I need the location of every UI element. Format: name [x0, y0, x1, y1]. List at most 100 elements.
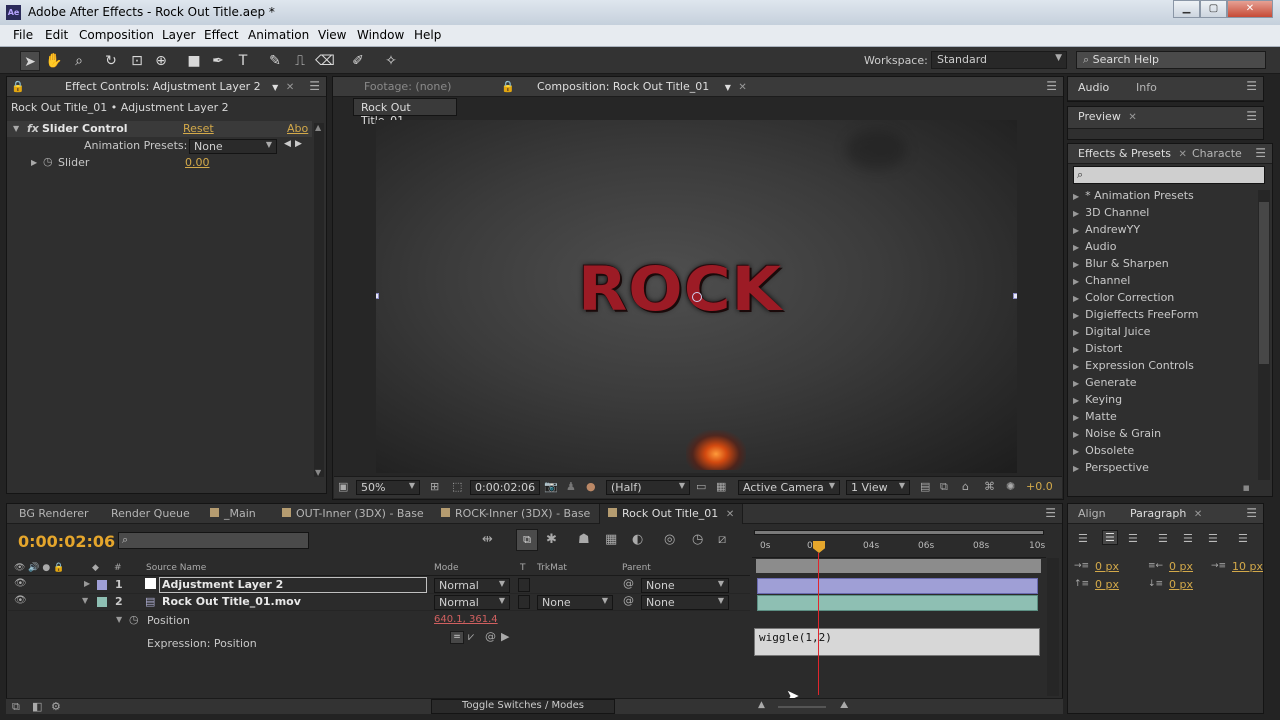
- list-item[interactable]: ▶ * Animation Presets: [1073, 189, 1194, 202]
- panel-menu-icon[interactable]: ☰: [1246, 79, 1257, 93]
- selection-tool-icon[interactable]: ➤: [20, 51, 40, 71]
- list-item[interactable]: ▶ Digital Juice: [1073, 325, 1150, 338]
- layer-name[interactable]: Adjustment Layer 2: [159, 577, 427, 593]
- current-time-line[interactable]: [818, 553, 819, 695]
- menu-animation[interactable]: Animation: [248, 28, 309, 42]
- panel-menu-icon[interactable]: ☰: [309, 79, 320, 93]
- tab-effect-controls[interactable]: Effect Controls: Adjustment Layer 2 ▼ ✕: [65, 80, 294, 93]
- always-preview-icon[interactable]: ▣: [338, 480, 348, 493]
- list-item[interactable]: ▶ Audio: [1073, 240, 1116, 253]
- in-out-icon[interactable]: ⚙: [51, 700, 61, 713]
- scroll-down-icon[interactable]: ▼: [315, 468, 321, 477]
- right-handle[interactable]: [1013, 293, 1017, 299]
- camera-dropdown[interactable]: Active Camera ▼: [738, 480, 840, 495]
- tab-align[interactable]: Align: [1078, 507, 1106, 520]
- frame-blending-icon[interactable]: ▦: [605, 532, 617, 547]
- expression-field[interactable]: wiggle(1,2): [754, 628, 1040, 656]
- graph-editor-icon[interactable]: ⧄: [718, 532, 726, 547]
- timeline-search-input[interactable]: ⌕: [118, 532, 309, 549]
- motion-blur-icon[interactable]: ◐: [632, 532, 643, 547]
- preserve-transparency-checkbox[interactable]: [518, 595, 530, 609]
- layer-name[interactable]: Rock Out Title_01.mov: [162, 595, 301, 608]
- menu-window[interactable]: Window: [357, 28, 404, 42]
- table-row[interactable]: 👁 ▼ 2 ▤ Rock Out Title_01.mov Normal ▼ No…: [8, 594, 750, 611]
- close-button[interactable]: ✕: [1227, 0, 1273, 18]
- zoom-tool-icon[interactable]: ⌕: [69, 51, 89, 71]
- exposure-value[interactable]: +0.0: [1026, 480, 1053, 493]
- label-color-swatch[interactable]: [97, 580, 107, 590]
- expression-pickwhip-icon[interactable]: @: [485, 630, 496, 643]
- layer-mode-dropdown[interactable]: Normal ▼: [434, 595, 510, 610]
- clone-stamp-tool-icon[interactable]: ⎍: [290, 51, 310, 71]
- fast-preview-icon[interactable]: ⧉: [940, 480, 948, 494]
- list-item[interactable]: ▶ Channel: [1073, 274, 1130, 287]
- auto-keyframe-icon[interactable]: ◷: [692, 532, 703, 547]
- menu-effect[interactable]: Effect: [204, 28, 239, 42]
- align-left-icon[interactable]: ☰: [1078, 532, 1088, 545]
- puppet-tool-icon[interactable]: ✧: [381, 51, 401, 71]
- time-navigator[interactable]: [756, 559, 1041, 573]
- align-center-icon[interactable]: ☰: [1102, 530, 1118, 545]
- reset-link[interactable]: Reset: [183, 122, 214, 135]
- hide-shy-layers-icon[interactable]: ☗: [578, 532, 590, 547]
- tab-out-inner[interactable]: OUT-Inner (3DX) - Base: [282, 507, 424, 520]
- fit-frame-icon[interactable]: ⊞: [430, 480, 439, 493]
- menu-edit[interactable]: Edit: [45, 28, 68, 42]
- current-time-display[interactable]: 0:00:02:06: [470, 480, 540, 495]
- visibility-eye-icon[interactable]: 👁: [14, 578, 27, 589]
- pick-whip-icon[interactable]: @: [623, 577, 634, 590]
- align-right-icon[interactable]: ☰: [1128, 532, 1138, 545]
- list-item[interactable]: ▶ Expression Controls: [1073, 359, 1194, 372]
- scrollbar[interactable]: [1258, 190, 1270, 480]
- expression-language-menu-icon[interactable]: ▶: [501, 630, 509, 643]
- safe-area-icon[interactable]: ⬚: [452, 480, 462, 493]
- space-after-value[interactable]: 0 px: [1169, 578, 1193, 591]
- justify-all-icon[interactable]: ☰: [1238, 532, 1248, 545]
- parent-dropdown[interactable]: None ▼: [641, 578, 729, 593]
- tab-character[interactable]: Characte: [1192, 147, 1242, 160]
- chevron-down-icon[interactable]: ▼: [725, 83, 731, 92]
- tab-footage[interactable]: Footage: (none): [364, 80, 451, 93]
- parent-dropdown[interactable]: None ▼: [641, 595, 729, 610]
- transfer-controls-icon[interactable]: ◧: [32, 700, 42, 713]
- list-item[interactable]: ▶ AndrewYY: [1073, 223, 1140, 236]
- close-icon[interactable]: ✕: [1128, 112, 1136, 123]
- list-item[interactable]: ▶ Distort: [1073, 342, 1122, 355]
- scrollbar[interactable]: ▲ ▼: [314, 123, 324, 477]
- rotate-tool-icon[interactable]: ↻: [101, 51, 121, 71]
- collapse-triangle-icon[interactable]: ▼: [82, 596, 88, 605]
- rock-title-text[interactable]: ROCK: [578, 255, 782, 325]
- eraser-tool-icon[interactable]: ⌫: [315, 51, 335, 71]
- close-icon[interactable]: ✕: [738, 82, 746, 93]
- justify-last-center-icon[interactable]: ☰: [1183, 532, 1193, 545]
- panel-menu-icon[interactable]: ☰: [1255, 146, 1266, 160]
- close-icon[interactable]: ✕: [1179, 149, 1187, 160]
- workspace-select[interactable]: Standard ▼: [931, 51, 1067, 69]
- zoom-slider[interactable]: [778, 706, 826, 708]
- camera-tool-icon[interactable]: ⊡: [127, 51, 147, 71]
- next-preset-icon[interactable]: ▶: [295, 139, 302, 149]
- panel-menu-icon[interactable]: ☰: [1045, 506, 1056, 520]
- zoom-dropdown[interactable]: 50% ▼: [356, 480, 420, 495]
- pen-tool-icon[interactable]: ✒: [208, 51, 228, 71]
- close-icon[interactable]: ✕: [1194, 509, 1202, 520]
- minimize-button[interactable]: ▁: [1173, 0, 1200, 18]
- comp-navigator-button[interactable]: Rock Out Title_01: [353, 98, 457, 127]
- draft-3d-icon[interactable]: ✱: [546, 532, 557, 547]
- tab-preview[interactable]: Preview ✕: [1078, 110, 1137, 123]
- list-item[interactable]: ▶ 3D Channel: [1073, 206, 1149, 219]
- rectangle-tool-icon[interactable]: ■: [184, 51, 204, 71]
- tab-composition[interactable]: Composition: Rock Out Title_01 ▼ ✕: [537, 80, 747, 93]
- list-item[interactable]: ▶ Color Correction: [1073, 291, 1174, 304]
- left-handle[interactable]: [376, 293, 379, 299]
- view-layout-dropdown[interactable]: 1 View ▼: [846, 480, 910, 495]
- panel-menu-icon[interactable]: ☰: [1246, 506, 1257, 520]
- tab-rock-out-title[interactable]: Rock Out Title_01 ✕: [599, 504, 744, 524]
- panel-menu-icon[interactable]: ☰: [1046, 79, 1057, 93]
- anchor-point-icon[interactable]: [692, 292, 702, 302]
- close-icon[interactable]: ✕: [726, 509, 734, 520]
- pick-whip-icon[interactable]: @: [623, 594, 634, 607]
- snapshot-icon[interactable]: 📷: [544, 480, 558, 493]
- list-item[interactable]: ▶ Blur & Sharpen: [1073, 257, 1169, 270]
- maximize-button[interactable]: ▢: [1200, 0, 1227, 18]
